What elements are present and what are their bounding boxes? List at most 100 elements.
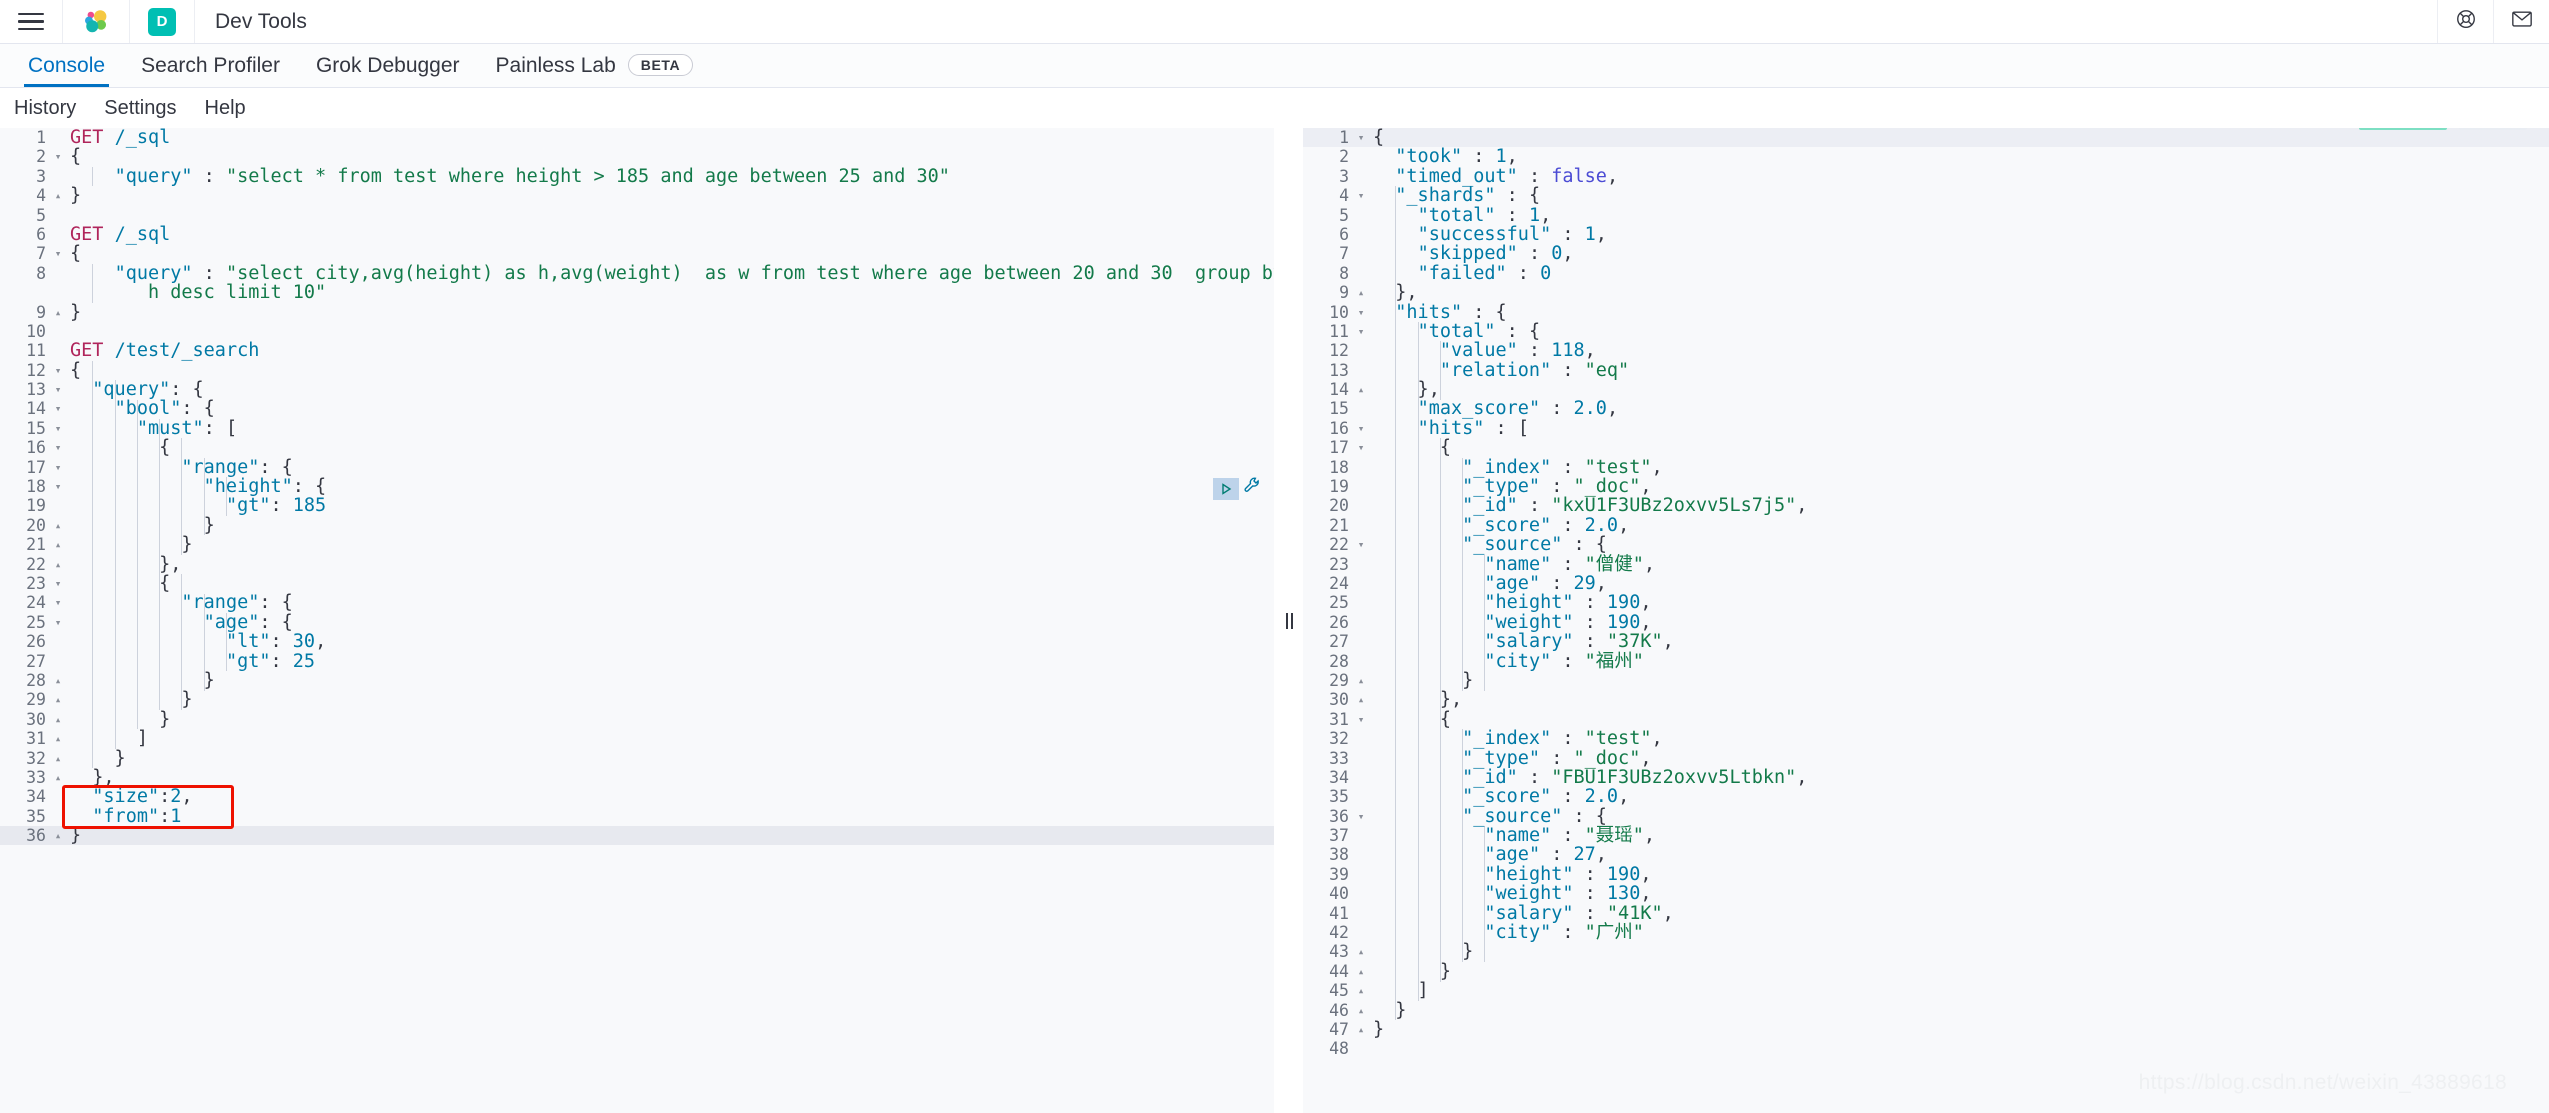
code-line[interactable]: 22 ▾ "_source" : { [1303,535,2549,554]
code-line[interactable]: 32 "_index" : "test", [1303,729,2549,748]
tab-console[interactable]: Console [10,55,123,87]
fold-toggle-icon[interactable]: ▴ [1355,1001,1367,1020]
code-line[interactable]: 25 "height" : 190, [1303,593,2549,612]
fold-toggle-icon[interactable]: ▴ [1355,283,1367,302]
code-line[interactable]: 1 GET /_sql [0,128,1274,147]
fold-toggle-icon[interactable]: ▴ [52,690,64,709]
settings-button[interactable]: Settings [104,97,176,120]
kibana-home-link[interactable] [63,0,130,43]
fold-toggle-icon[interactable]: ▴ [52,768,64,787]
code-line[interactable]: 30 ▴ }, [1303,690,2549,709]
code-line[interactable]: 28 "city" : "福州" [1303,651,2549,671]
code-line[interactable]: 13 "relation" : "eq" [1303,360,2549,380]
code-line[interactable]: 13 ▾ "query": { [0,380,1274,399]
code-line[interactable]: 29 ▴ } [0,690,1274,709]
code-line[interactable]: 18 ▾ "height": { [0,477,1274,496]
response-pane[interactable]: 200 - OK 22 ms 1▾{2 "took" : 1,3 "timed_… [1303,128,2549,1113]
fold-toggle-icon[interactable]: ▾ [52,147,64,166]
code-line[interactable]: 17 ▾ "range": { [0,457,1274,477]
play-triangle-icon[interactable] [1213,478,1239,500]
code-line[interactable]: 20 ▴ } [0,516,1274,535]
fold-toggle-icon[interactable]: ▾ [52,574,64,593]
fold-toggle-icon[interactable]: ▴ [1355,942,1367,961]
code-line[interactable]: h desc limit 10" [0,283,1274,302]
code-line[interactable]: 26 "lt": 30, [0,632,1274,651]
code-line[interactable]: 45 ▴ ] [1303,981,2549,1000]
code-line[interactable]: 8 "query" : "select city,avg(height) as … [0,264,1274,283]
fold-toggle-icon[interactable]: ▴ [52,303,64,322]
code-line[interactable]: 39 "height" : 190, [1303,865,2549,884]
code-line[interactable]: 10 ▾ "hits" : { [1303,302,2549,322]
fold-toggle-icon[interactable]: ▾ [1355,322,1367,341]
code-line[interactable]: 1 ▾ { [1303,128,2549,148]
fold-toggle-icon[interactable]: ▴ [1355,380,1367,399]
fold-toggle-icon[interactable]: ▾ [52,438,64,457]
code-line[interactable]: 29 ▴ } [1303,671,2549,690]
code-line[interactable]: 12 "value" : 118, [1303,341,2549,360]
code-line[interactable]: 7 ▾ { [0,244,1274,263]
code-line[interactable]: 17 ▾ { [1303,438,2549,457]
code-line[interactable]: 32 ▴ } [0,748,1274,768]
fold-toggle-icon[interactable]: ▾ [1355,419,1367,438]
code-line[interactable]: 30 ▴ } [0,710,1274,729]
code-line[interactable]: 6 "successful" : 1, [1303,225,2549,244]
fold-toggle-icon[interactable]: ▾ [1355,807,1367,826]
fold-toggle-icon[interactable]: ▾ [52,419,64,438]
fold-toggle-icon[interactable]: ▾ [1355,535,1367,554]
code-line[interactable]: 19 "_type" : "_doc", [1303,477,2549,496]
code-line[interactable]: 2 ▾ { [0,147,1274,166]
tab-grok-debugger[interactable]: Grok Debugger [298,55,478,87]
fold-toggle-icon[interactable]: ▴ [1355,690,1367,709]
tab-search-profiler[interactable]: Search Profiler [123,55,298,87]
code-line[interactable]: 31 ▾ { [1303,710,2549,729]
code-line[interactable]: 14 ▾ "bool": { [0,399,1274,418]
fold-toggle-icon[interactable]: ▴ [1355,962,1367,981]
code-line[interactable]: 48 [1303,1039,2549,1058]
code-line[interactable]: 4 ▴} [0,186,1274,205]
code-line[interactable]: 8 "failed" : 0 [1303,264,2549,283]
fold-toggle-icon[interactable]: ▴ [1355,671,1367,690]
fold-toggle-icon[interactable]: ▾ [52,399,64,418]
fold-toggle-icon[interactable]: ▴ [52,671,64,690]
fold-toggle-icon[interactable]: ▾ [52,477,64,496]
code-line[interactable]: 11 ▾ "total" : { [1303,322,2549,341]
code-line[interactable]: 16 ▾ "hits" : [ [1303,419,2549,438]
code-line[interactable]: 41 "salary" : "41K", [1303,903,2549,923]
fold-toggle-icon[interactable]: ▾ [52,593,64,612]
space-switcher-button[interactable]: D [130,0,195,43]
fold-toggle-icon[interactable]: ▴ [52,826,64,845]
code-line[interactable]: 43 ▴ } [1303,942,2549,961]
code-line[interactable]: 36 ▴} [0,826,1274,846]
wrench-icon[interactable] [1243,476,1263,502]
fold-toggle-icon[interactable]: ▾ [1355,438,1367,457]
code-line[interactable]: 33 "_type" : "_doc", [1303,748,2549,768]
fold-toggle-icon[interactable]: ▴ [52,749,64,768]
code-line[interactable]: 2 "took" : 1, [1303,147,2549,166]
code-line[interactable]: 9 ▴ }, [1303,283,2549,302]
code-line[interactable]: 35 "_score" : 2.0, [1303,787,2549,806]
code-line[interactable]: 36 ▾ "_source" : { [1303,806,2549,826]
fold-toggle-icon[interactable]: ▾ [52,244,64,263]
fold-toggle-icon[interactable]: ▾ [52,361,64,380]
fold-toggle-icon[interactable]: ▴ [52,555,64,574]
fold-toggle-icon[interactable]: ▾ [52,613,64,632]
code-line[interactable]: 20 "_id" : "kxU1F3UBz2oxvv5Ls7j5", [1303,496,2549,515]
fold-toggle-icon[interactable]: ▾ [52,380,64,399]
code-line[interactable]: 31 ▴ ] [0,729,1274,748]
request-editor[interactable]: 1 GET /_sql 2 ▾ {3 "query" : "select * from … [0,128,1274,1113]
code-line[interactable]: 18 "_index" : "test", [1303,457,2549,477]
request-run-controls[interactable] [1213,476,1263,502]
code-line[interactable]: 47 ▴} [1303,1020,2549,1039]
fold-toggle-icon[interactable]: ▴ [52,710,64,729]
fold-toggle-icon[interactable]: ▾ [52,458,64,477]
news-feed-button[interactable] [2493,0,2549,43]
fold-toggle-icon[interactable]: ▾ [1355,303,1367,322]
code-line[interactable]: 46 ▴ } [1303,1000,2549,1020]
fold-toggle-icon[interactable]: ▴ [52,729,64,748]
code-line[interactable]: 38 "age" : 27, [1303,845,2549,864]
code-line[interactable]: 22 ▴ }, [0,554,1274,574]
code-line[interactable]: 23 ▾ { [0,574,1274,593]
code-line[interactable]: 7 "skipped" : 0, [1303,244,2549,263]
code-line[interactable]: 27 "gt": 25 [0,651,1274,671]
code-line[interactable]: 15 "max_score" : 2.0, [1303,399,2549,418]
